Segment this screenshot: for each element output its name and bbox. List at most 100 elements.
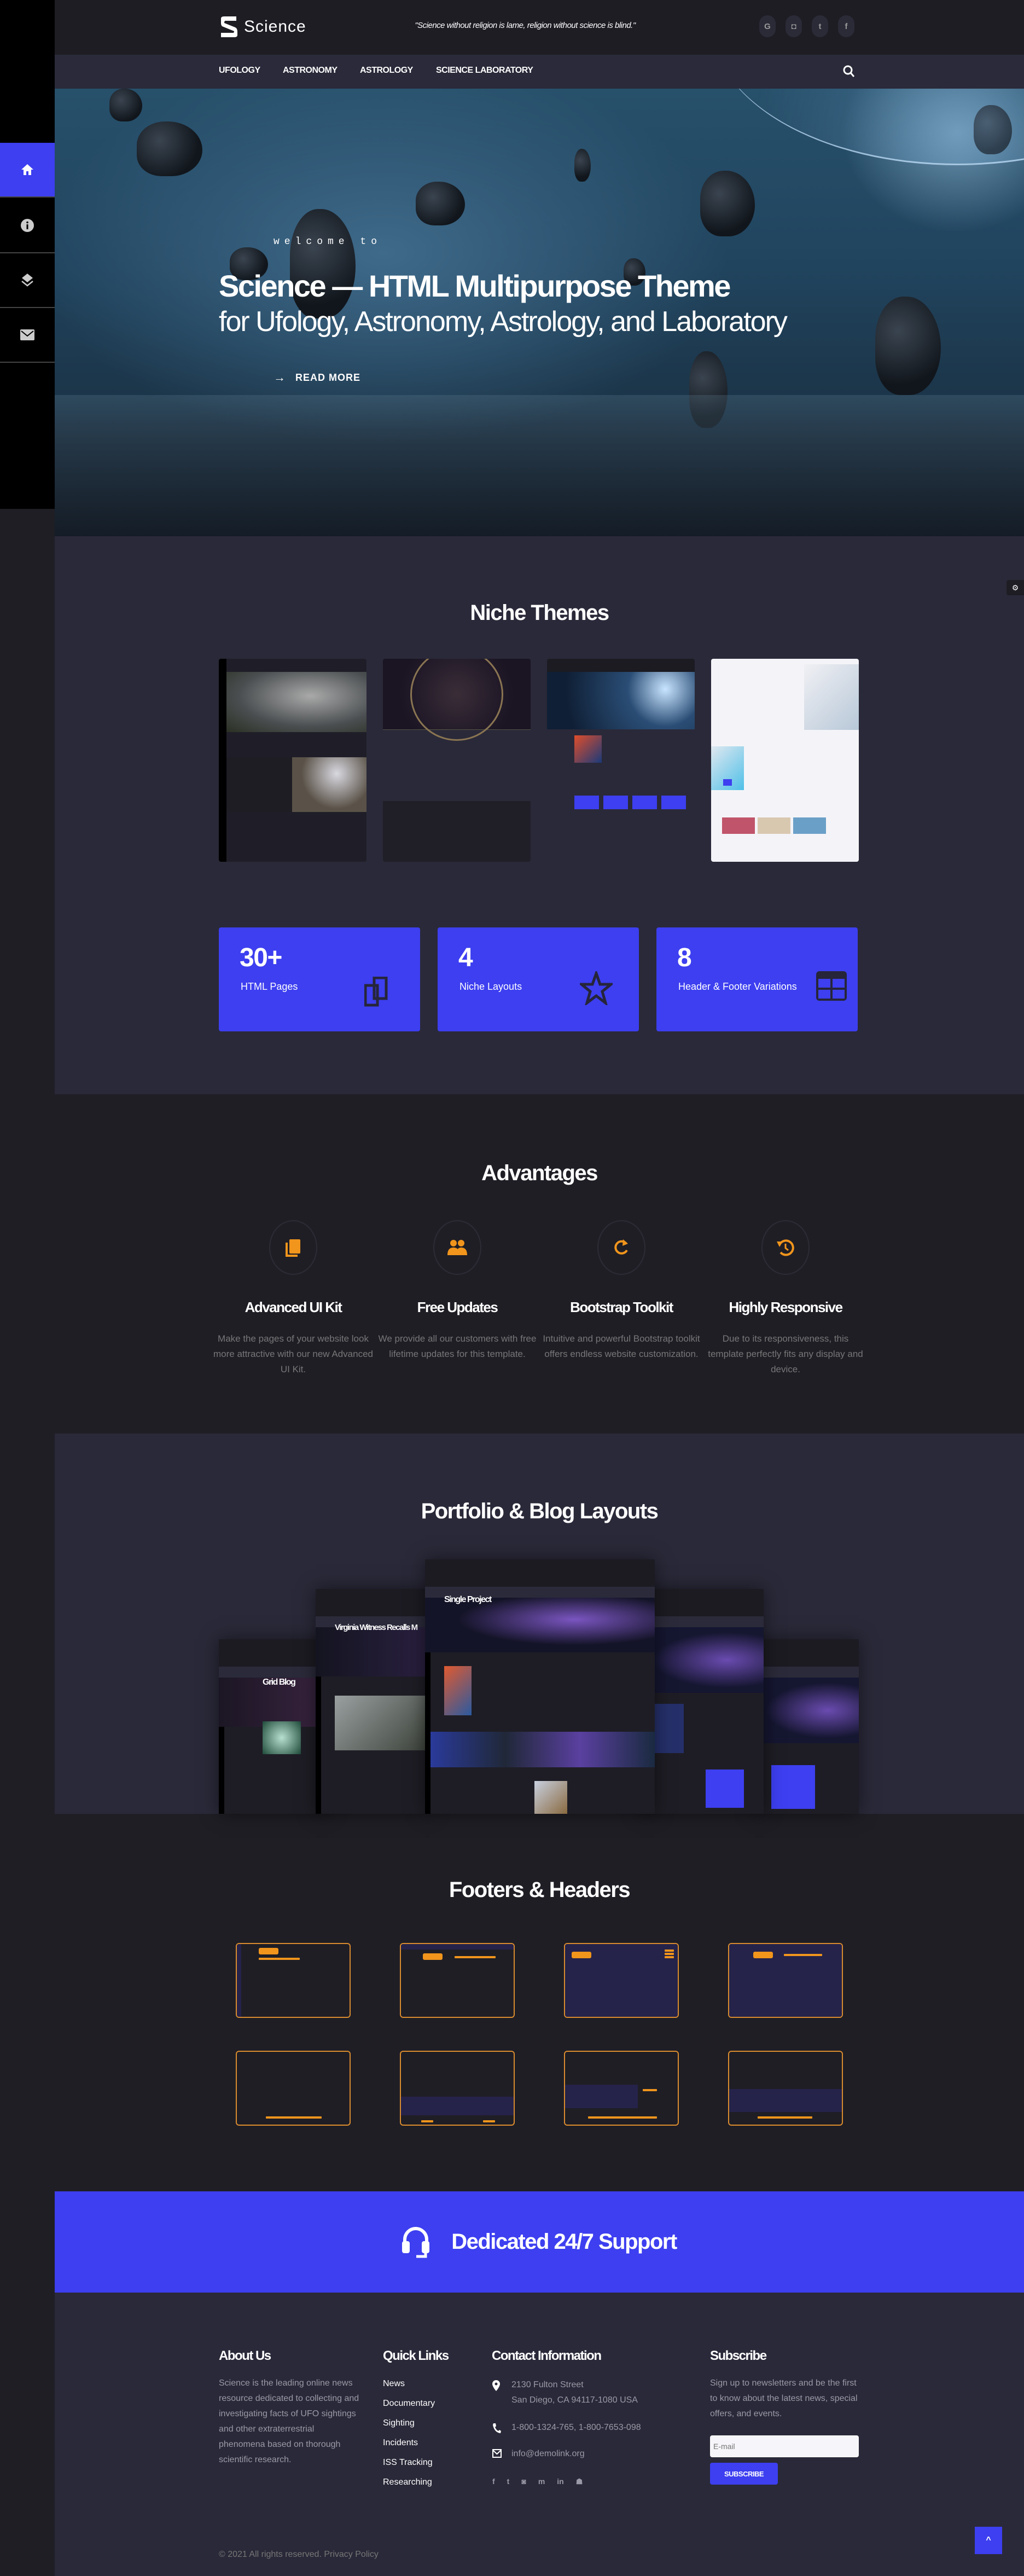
portfolio-shot[interactable] [755, 1639, 859, 1814]
advantages-title: Advantages [481, 1161, 598, 1185]
footer-contact-title: Contact Information [492, 2348, 602, 2363]
stat-value: 30+ [240, 943, 282, 972]
thumb-laboratory[interactable] [711, 659, 859, 862]
footer-variant-3[interactable] [564, 2051, 679, 2126]
info-icon [21, 219, 34, 232]
header-variant-2[interactable] [400, 1943, 515, 2018]
footer-about-title: About Us [219, 2348, 271, 2363]
footer-link-researching[interactable]: Researching [383, 2478, 432, 2487]
chevron-up-icon: ^ [986, 2536, 991, 2545]
refresh-icon [614, 1239, 628, 1255]
footer-link-iss-tracking[interactable]: ISS Tracking [383, 2458, 433, 2468]
footer [55, 2293, 1024, 2576]
linkedin-icon[interactable]: in [557, 2477, 563, 2486]
footer-subscribe-title: Subscribe [710, 2348, 767, 2363]
stat-value: 4 [458, 943, 473, 972]
portfolio-title: Portfolio & Blog Layouts [421, 1499, 659, 1523]
mail-icon [20, 329, 34, 340]
email-input[interactable] [710, 2435, 859, 2457]
top-bar: Science "Science without religion is lam… [55, 0, 1024, 55]
book-icon [286, 1239, 300, 1257]
nav-science-laboratory[interactable]: SCIENCE LABORATORY [436, 66, 533, 76]
footer-variant-4[interactable] [728, 2051, 843, 2126]
advantage-text: Make the pages of your website look more… [213, 1333, 373, 1374]
read-more-link[interactable]: → READ MORE [274, 370, 360, 385]
header-variant-4[interactable] [728, 1943, 843, 2018]
footer-about-text: Science is the leading online news resou… [219, 2378, 359, 2464]
twitter-link[interactable]: t [812, 15, 828, 37]
subscribe-button[interactable]: SUBSCRIBE [710, 2463, 778, 2485]
portfolio-shot-single-project[interactable]: Single Project [425, 1559, 655, 1814]
footers-headers-title: Footers & Headers [449, 1878, 631, 1902]
footer-link-incidents[interactable]: Incidents [383, 2438, 418, 2448]
contact-address-line2: San Diego, CA 94117-1080 USA [511, 2395, 638, 2405]
twitter-icon[interactable]: t [507, 2477, 510, 2486]
advantage-responsive: Highly Responsive Due to its responsiven… [703, 1220, 868, 1377]
advantage-title: Advanced UI Kit [245, 1299, 342, 1315]
stat-label: HTML Pages [241, 981, 298, 992]
stat-card-header-footer: 8 Header & Footer Variations [656, 927, 858, 1031]
stat-value: 8 [677, 943, 692, 972]
side-nav-home[interactable] [0, 143, 55, 198]
facebook-icon[interactable]: f [492, 2477, 495, 2486]
thumb-astrology[interactable] [383, 659, 531, 862]
advantage-title: Free Updates [417, 1299, 498, 1315]
hero-subtitle: for Ufology, Astronomy, Astrology, and L… [219, 306, 788, 338]
arrow-right-icon: → [274, 370, 286, 384]
search-icon[interactable] [842, 65, 856, 79]
side-nav-mail[interactable] [0, 308, 55, 363]
footer-variant-2[interactable] [400, 2051, 515, 2126]
footer-link-documentary[interactable]: Documentary [383, 2399, 435, 2409]
support-banner: Dedicated 24/7 Support [55, 2191, 1024, 2293]
headset-icon [402, 2226, 430, 2258]
instagram-icon[interactable]: ◙ [521, 2477, 526, 2486]
nav-astrology[interactable]: ASTROLOGY [360, 66, 413, 76]
copyright: © 2021 All rights reserved. Privacy Poli… [219, 2550, 379, 2560]
thumb-ufology[interactable] [219, 659, 366, 862]
header-variant-1[interactable] [236, 1943, 351, 2018]
twitter-icon: t [818, 21, 822, 31]
side-nav-info[interactable] [0, 199, 55, 253]
privacy-policy-link[interactable]: Privacy Policy [324, 2550, 379, 2559]
facebook-link[interactable]: f [838, 15, 854, 37]
portfolio-shot[interactable] [640, 1589, 764, 1814]
support-title: Dedicated 24/7 Support [451, 2230, 677, 2254]
google-link[interactable]: G [759, 15, 776, 37]
side-nav-layers[interactable] [0, 253, 55, 308]
back-to-top-button[interactable]: ^ [975, 2527, 1002, 2554]
map-pin-icon [492, 2380, 500, 2391]
portfolio-shot-blog-post[interactable]: Virginia Witness Recalls M [316, 1589, 430, 1814]
nav-ufology[interactable]: UFOLOGY [219, 66, 260, 76]
settings-gear-icon[interactable]: ⚙ [1006, 580, 1024, 595]
snapchat-icon[interactable]: ☗ [576, 2477, 583, 2486]
logo-icon [221, 16, 237, 37]
footer-quick-title: Quick Links [383, 2348, 449, 2363]
advantage-text: Due to its responsiveness, this template… [708, 1333, 863, 1374]
facebook-icon: f [845, 21, 848, 31]
footer-link-news[interactable]: News [383, 2379, 405, 2389]
contact-email[interactable]: info@demolink.org [511, 2447, 585, 2461]
footer-variant-1[interactable] [236, 2051, 351, 2126]
shot-title: Virginia Witness Recalls M [335, 1623, 418, 1632]
contact-address-line1: 2130 Fulton Street [511, 2380, 584, 2389]
messenger-icon[interactable]: m [538, 2477, 545, 2486]
instagram-icon: ◘ [791, 21, 796, 31]
main-nav: UFOLOGY ASTRONOMY ASTROLOGY SCIENCE LABO… [55, 55, 1024, 89]
copy-icon [364, 977, 388, 1007]
footer-link-sighting[interactable]: Sighting [383, 2418, 415, 2428]
thumb-astronomy[interactable] [547, 659, 695, 862]
instagram-link[interactable]: ◘ [786, 15, 802, 37]
stat-card-niche-layouts: 4 Niche Layouts [438, 927, 639, 1031]
users-icon [447, 1240, 467, 1255]
advantage-ui-kit: Advanced UI Kit Make the pages of your w… [211, 1220, 375, 1377]
contact-phone[interactable]: 1-800-1324-765, 1-800-7653-098 [511, 2421, 641, 2434]
stat-label: Header & Footer Variations [678, 981, 797, 992]
nav-astronomy[interactable]: ASTRONOMY [283, 66, 338, 76]
logo[interactable]: Science [219, 16, 306, 37]
hero-kicker: welcome to [274, 236, 382, 247]
niche-title: Niche Themes [470, 601, 609, 625]
header-variant-3[interactable] [564, 1943, 679, 2018]
footer-subscribe-text: Sign up to newsletters and be the first … [710, 2378, 858, 2418]
portfolio-shot-grid-blog[interactable]: Grid Blog [219, 1639, 328, 1814]
header-quote: "Science without religion is lame, relig… [415, 21, 636, 30]
